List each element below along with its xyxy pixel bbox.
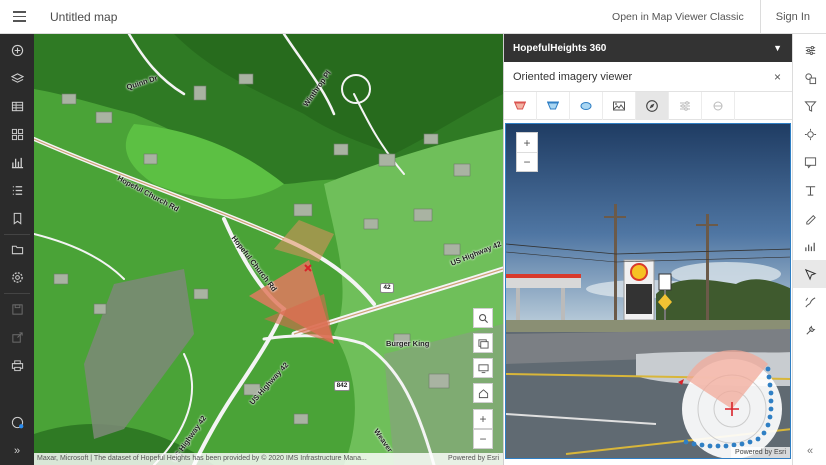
chevron-down-icon[interactable]: ▼ [773,43,782,53]
legend-icon[interactable] [0,176,34,204]
poi-label-burger-king: Burger King [386,339,430,348]
oriented-imagery-panel: HopefulHeights 360 ▼ Oriented imagery vi… [503,34,792,465]
app-header: Untitled map Open in Map Viewer Classic … [0,0,826,34]
viewer-header: Oriented imagery viewer × [504,62,792,92]
zoom-in-button[interactable]: + [473,409,493,429]
attribution-text: Maxar, Microsoft | The dataset of Hopefu… [37,455,367,462]
expand-toolbar-button[interactable]: » [0,437,34,465]
layer-title: HopefulHeights 360 [513,42,607,54]
image-enhancement-icon[interactable] [669,92,702,120]
navigator-icon[interactable] [636,92,669,120]
help-icon[interactable] [0,408,34,436]
map-title[interactable]: Untitled map [50,10,117,24]
oriented-image[interactable]: + − Powered by Esri [505,123,791,459]
image-footprint-icon[interactable] [504,92,537,120]
map-viewer-app: Untitled map Open in Map Viewer Classic … [0,0,826,465]
map-footprint-icon[interactable] [537,92,570,120]
map-canvas [34,34,503,465]
settings-toolbar: « [792,34,826,465]
viewer-title: Oriented imagery viewer [513,70,633,83]
sign-in-button[interactable]: Sign In [761,11,826,23]
image-gallery-icon[interactable] [603,92,636,120]
photo-zoom-control: + − [516,132,538,172]
measure-icon[interactable] [702,92,735,120]
basemap-icon[interactable] [0,120,34,148]
analysis-icon[interactable] [793,232,826,260]
photo-zoom-in-button[interactable]: + [517,133,537,152]
map-view[interactable]: Quinn Dr Winthrop Pl Hopeful Church Rd H… [34,34,503,465]
map-attribution: Maxar, Microsoft | The dataset of Hopefu… [34,453,503,465]
layers-icon[interactable] [0,64,34,92]
close-button[interactable]: × [774,70,781,84]
toolbar-divider [4,293,30,294]
filter-icon[interactable] [793,92,826,120]
collapse-toolbar-button[interactable]: « [793,437,826,465]
coverage-icon[interactable] [570,92,603,120]
contents-toolbar: » [0,34,34,465]
header-actions: Open in Map Viewer Classic Sign In [596,0,826,34]
popups-icon[interactable] [793,148,826,176]
street-photo [506,124,790,458]
zoom-out-button[interactable]: − [473,429,493,449]
search-icon[interactable] [473,308,493,328]
add-icon[interactable] [0,36,34,64]
open-folder-icon[interactable] [0,235,34,263]
viewer-toolbar [504,92,792,120]
oriented-imagery-icon[interactable] [793,260,826,288]
configure-icon[interactable] [793,204,826,232]
tools-icon[interactable] [793,316,826,344]
highway-shield-842: 842 [334,381,350,391]
open-classic-link[interactable]: Open in Map Viewer Classic [596,11,760,23]
layer-header[interactable]: HopefulHeights 360 ▼ [504,34,792,62]
share-icon[interactable] [0,323,34,351]
print-icon[interactable] [0,351,34,379]
table-icon[interactable] [0,92,34,120]
labels-icon[interactable] [793,176,826,204]
layer-list-icon[interactable] [473,333,493,353]
save-icon[interactable] [0,295,34,323]
charts-icon[interactable] [0,148,34,176]
photo-attribution[interactable]: Powered by Esri [731,447,790,458]
menu-icon[interactable] [0,0,38,34]
effects-icon[interactable] [793,120,826,148]
powered-by-esri[interactable]: Powered by Esri [448,453,499,465]
bookmarks-icon[interactable] [0,204,34,232]
screen-icon[interactable] [473,358,493,378]
settings-icon[interactable] [0,263,34,291]
styles-icon[interactable] [793,64,826,92]
photo-zoom-out-button[interactable]: − [517,152,537,171]
properties-icon[interactable] [793,36,826,64]
sketch-icon[interactable] [793,288,826,316]
highway-shield-42: 42 [380,283,394,293]
home-icon[interactable] [473,383,493,403]
